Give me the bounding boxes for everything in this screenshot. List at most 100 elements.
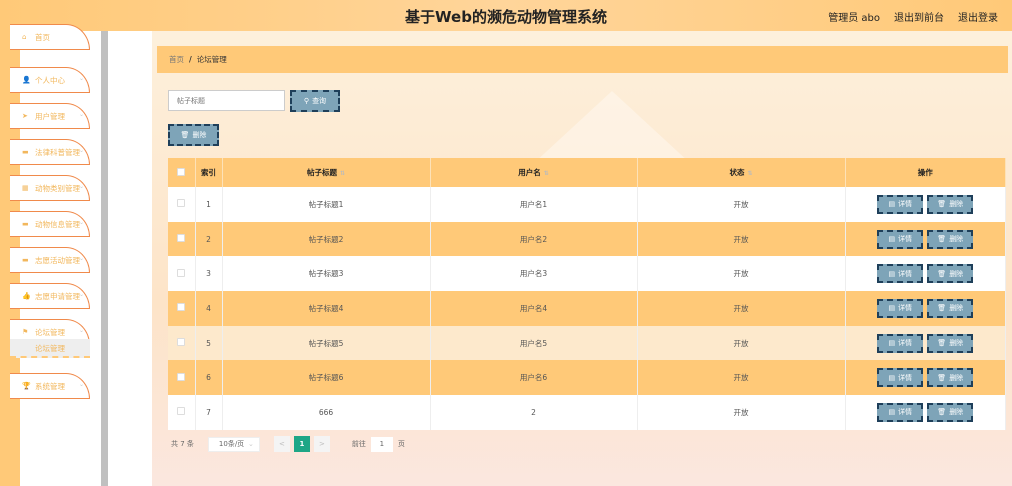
detail-button[interactable]: ▤ 详情 [877, 264, 924, 284]
cell-username: 用户名4 [430, 291, 638, 326]
goto-page-input[interactable]: 1 [370, 436, 393, 452]
next-page-button[interactable]: > [313, 436, 330, 452]
sidebar-subitem-forum[interactable]: 论坛管理 [10, 339, 90, 358]
cell-status: 开放 [637, 256, 846, 292]
delete-button[interactable]: 🗑 删除 [927, 264, 974, 284]
trash-icon: 🗑 [180, 131, 190, 139]
col-username[interactable]: 用户名 ⇅ [430, 158, 638, 187]
delete-label: 删除 [949, 408, 964, 417]
delete-label: 删除 [949, 373, 964, 382]
cell-status: 开放 [637, 187, 846, 222]
sidebar-item-label: 法律科普管理 [35, 147, 80, 157]
detail-button[interactable]: ▤ 详情 [877, 333, 924, 353]
document-icon: ▤ [888, 373, 896, 382]
row-checkbox[interactable] [168, 256, 196, 292]
search-label: 查询 [312, 97, 327, 105]
cell-username: 用户名3 [430, 256, 638, 292]
delete-button[interactable]: 🗑 删除 [927, 194, 974, 214]
detail-button[interactable]: ▤ 详情 [877, 298, 924, 318]
cell-title: 帖子标题2 [222, 221, 431, 257]
batch-delete-button[interactable]: 🗑 删除 [168, 124, 219, 146]
cell-status: 开放 [637, 325, 846, 361]
detail-label: 详情 [898, 269, 913, 278]
delete-button[interactable]: 🗑 删除 [927, 368, 974, 388]
row-checkbox[interactable] [168, 360, 196, 396]
flag-icon: ⚑ [22, 328, 29, 336]
select-all[interactable] [168, 158, 196, 187]
sidebar-item-7[interactable]: 👍 志愿申请管理 ⌄ [10, 283, 90, 309]
document-icon: ▤ [888, 235, 896, 244]
detail-button[interactable]: ▤ 详情 [877, 402, 924, 422]
detail-button[interactable]: ▤ 详情 [877, 368, 924, 388]
chevron-down-icon: ⌄ [78, 255, 84, 262]
col-title-label: 帖子标题 [306, 168, 337, 177]
col-actions: 操作 [845, 158, 1006, 187]
delete-button[interactable]: 🗑 删除 [927, 402, 974, 422]
home-icon: ⌂ [22, 33, 27, 41]
cell-index: 3 [195, 256, 223, 292]
chevron-down-icon: ⌄ [78, 381, 84, 388]
sidebar-item-6[interactable]: ▬ 志愿活动管理 ⌄ [10, 247, 90, 273]
sidebar-item-label: 动物信息管理 [35, 219, 80, 229]
col-title[interactable]: 帖子标题 ⇅ [222, 158, 431, 187]
sidebar-item-9[interactable]: 🏆 系统管理 ⌄ [10, 373, 90, 399]
delete-button[interactable]: 🗑 删除 [927, 298, 974, 318]
document-icon: ▤ [888, 408, 896, 417]
search-icon: ⚲ [303, 97, 310, 105]
detail-label: 详情 [898, 235, 913, 244]
cell-index: 5 [195, 325, 223, 361]
cell-username: 用户名2 [430, 221, 638, 257]
delete-button[interactable]: 🗑 删除 [927, 333, 974, 353]
send-icon: ➤ [22, 112, 28, 120]
table-row: 5 帖子标题5 用户名5 开放 ▤ 详情 🗑 删除 [168, 325, 1006, 361]
detail-button[interactable]: ▤ 详情 [877, 229, 924, 249]
detail-label: 详情 [898, 408, 913, 417]
chevron-down-icon: ⌄ [78, 291, 84, 298]
logout-link[interactable]: 退出登录 [958, 9, 998, 24]
cell-actions: ▤ 详情 🗑 删除 [845, 360, 1006, 396]
sidebar-gap [108, 31, 152, 486]
sidebar-scrollbar[interactable] [101, 31, 108, 486]
sidebar-item-2[interactable]: ➤ 用户管理 ⌄ [10, 103, 90, 129]
trash-icon: 🗑 [937, 373, 947, 382]
chevron-down-icon: ⌄ [78, 147, 84, 154]
chevron-down-icon: ⌄ [78, 219, 84, 226]
document-icon: ▤ [888, 200, 896, 209]
cell-actions: ▤ 详情 🗑 删除 [845, 291, 1006, 326]
message-icon: ▬ [22, 220, 29, 228]
sidebar-item-label: 动物类别管理 [35, 183, 80, 193]
row-checkbox[interactable] [168, 187, 196, 222]
sidebar-item-3[interactable]: ▬ 法律科普管理 ⌄ [10, 139, 90, 165]
prev-page-button[interactable]: < [273, 436, 290, 452]
detail-button[interactable]: ▤ 详情 [877, 194, 924, 214]
cell-username: 2 [430, 395, 638, 430]
row-checkbox[interactable] [168, 325, 196, 361]
to-front-link[interactable]: 退出到前台 [894, 9, 944, 24]
row-checkbox[interactable] [168, 395, 196, 430]
col-index: 索引 [195, 158, 223, 187]
sidebar-item-label: 志愿申请管理 [35, 291, 80, 301]
page-1-button[interactable]: 1 [293, 436, 310, 452]
sidebar-item-4[interactable]: ▦ 动物类别管理 ⌄ [10, 175, 90, 201]
breadcrumb-home[interactable]: 首页 [169, 55, 184, 64]
delete-button[interactable]: 🗑 删除 [927, 229, 974, 249]
page-unit: 页 [397, 440, 405, 448]
goto-label: 前往 [351, 440, 366, 448]
cell-title: 666 [222, 395, 431, 430]
sidebar-item-1[interactable]: 👤 个人中心 ⌄ [10, 67, 90, 93]
sidebar-item-0[interactable]: ⌂ 首页 [10, 24, 90, 50]
header: 基于Web的濒危动物管理系统 管理员 abo 退出到前台 退出登录 [0, 0, 1012, 31]
delete-label: 删除 [192, 131, 207, 139]
page-size-select[interactable]: 10条/页 ⌄ [207, 436, 260, 452]
admin-user: 管理员 abo [828, 13, 880, 24]
table-row: 7 666 2 开放 ▤ 详情 🗑 删除 [168, 395, 1006, 430]
row-checkbox[interactable] [168, 221, 196, 257]
thumb-icon: 👍 [22, 292, 31, 300]
col-status[interactable]: 状态 ⇅ [637, 158, 846, 187]
search-button[interactable]: ⚲ 查询 [290, 90, 340, 112]
detail-label: 详情 [898, 339, 913, 348]
title-search-input[interactable] [168, 90, 285, 111]
sidebar-item-5[interactable]: ▬ 动物信息管理 ⌄ [10, 211, 90, 237]
row-checkbox[interactable] [168, 291, 196, 326]
detail-label: 详情 [898, 200, 913, 209]
